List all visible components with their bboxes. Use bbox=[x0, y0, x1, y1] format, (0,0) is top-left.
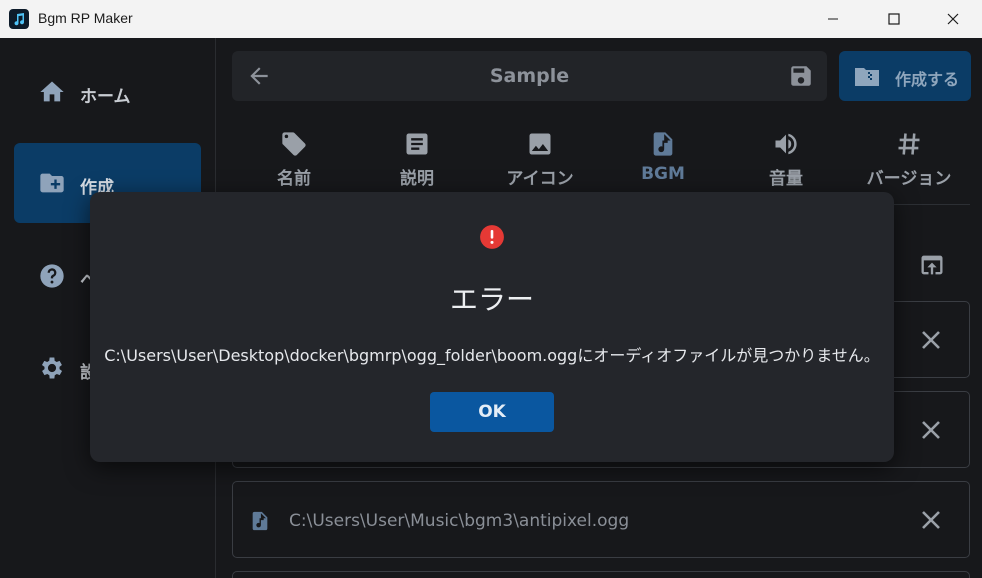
tab-label: BGM bbox=[641, 164, 685, 184]
music-file-icon bbox=[249, 508, 271, 534]
tab-label: 音量 bbox=[769, 169, 803, 189]
tab-icon[interactable]: アイコン bbox=[480, 128, 600, 190]
tab-label: 名前 bbox=[277, 169, 311, 189]
tab-name[interactable]: 名前 bbox=[234, 128, 354, 190]
sidebar-item-label: ホーム bbox=[80, 87, 131, 107]
save-icon[interactable] bbox=[788, 63, 814, 89]
volume-icon bbox=[772, 130, 800, 158]
open-folder-icon[interactable] bbox=[918, 251, 946, 279]
title-bar: Bgm RP Maker bbox=[0, 0, 982, 38]
close-icon bbox=[947, 10, 959, 29]
sidebar-item-home[interactable]: ホーム bbox=[14, 52, 201, 132]
remove-icon[interactable] bbox=[919, 328, 943, 352]
file-path: C:\Users\User\Music\bgm3\antipixel.ogg bbox=[289, 511, 630, 531]
remove-icon[interactable] bbox=[919, 508, 943, 532]
tab-description[interactable]: 説明 bbox=[357, 128, 477, 190]
project-title: Sample bbox=[489, 65, 570, 87]
create-button-label: 作成する bbox=[895, 70, 960, 89]
tab-label: バージョン bbox=[866, 169, 952, 189]
dialog-title: エラー bbox=[449, 283, 534, 316]
tab-volume[interactable]: 音量 bbox=[726, 128, 846, 190]
music-file-icon bbox=[649, 130, 677, 158]
image-icon bbox=[526, 130, 554, 158]
tab-version[interactable]: バージョン bbox=[849, 128, 969, 190]
file-row: C:\Users\User\Music\bgm3\antipixel.ogg bbox=[232, 481, 970, 558]
dialog-message: C:\Users\User\Desktop\docker\bgmrp\ogg_f… bbox=[104, 346, 880, 365]
maximize-icon bbox=[888, 10, 900, 29]
gear-icon bbox=[38, 354, 66, 382]
close-window-button[interactable] bbox=[930, 0, 976, 38]
minimize-icon bbox=[827, 10, 839, 29]
remove-icon[interactable] bbox=[919, 418, 943, 442]
document-icon bbox=[403, 130, 431, 158]
app-logo-icon bbox=[9, 9, 29, 29]
window-title: Bgm RP Maker bbox=[38, 10, 133, 26]
hash-icon bbox=[895, 130, 923, 158]
help-icon bbox=[38, 262, 66, 290]
minimize-button[interactable] bbox=[810, 0, 856, 38]
file-row bbox=[232, 571, 970, 578]
tab-bgm[interactable]: BGM bbox=[603, 128, 723, 190]
error-icon bbox=[479, 224, 505, 250]
maximize-button[interactable] bbox=[871, 0, 917, 38]
folder-add-icon bbox=[38, 169, 66, 197]
home-icon bbox=[38, 78, 66, 106]
error-dialog: エラー C:\Users\User\Desktop\docker\bgmrp\o… bbox=[90, 192, 894, 462]
zip-folder-icon bbox=[853, 64, 881, 88]
tag-icon bbox=[280, 130, 308, 158]
create-button[interactable]: 作成する bbox=[839, 51, 971, 101]
tab-label: 説明 bbox=[400, 169, 434, 189]
ok-button[interactable]: OK bbox=[430, 392, 554, 432]
tab-label: アイコン bbox=[506, 169, 574, 189]
project-header: Sample bbox=[232, 51, 827, 101]
